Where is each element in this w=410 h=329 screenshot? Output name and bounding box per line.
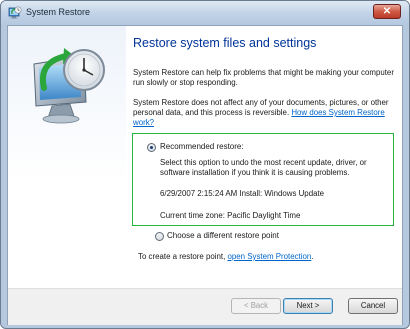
recommended-restore-box: Recommended restore: Select this option … — [132, 133, 394, 226]
different-restore-point-radio[interactable] — [155, 232, 164, 241]
close-icon: ✕ — [382, 6, 392, 17]
cancel-button[interactable]: Cancel — [348, 298, 398, 314]
system-restore-clock-monitor-icon — [33, 48, 105, 124]
create-restore-point-text: To create a restore point, open System P… — [138, 252, 313, 261]
create-restore-point-prefix: To create a restore point, — [138, 252, 228, 261]
restore-point-info: 6/29/2007 2:15:24 AM Install: Windows Up… — [160, 189, 325, 198]
system-restore-icon — [8, 6, 22, 19]
intro-paragraph: System Restore can help fix problems tha… — [133, 68, 394, 87]
page-title: Restore system files and settings — [133, 36, 317, 50]
open-system-protection-link[interactable]: open System Protection — [227, 252, 311, 261]
time-zone-info: Current time zone: Pacific Daylight Time — [160, 211, 301, 220]
window-title: System Restore — [26, 7, 91, 17]
create-restore-point-suffix: . — [311, 252, 314, 261]
title-bar[interactable]: System Restore ✕ — [1, 1, 409, 25]
recommended-restore-description: Select this option to undo the most rece… — [160, 158, 367, 177]
system-restore-window: System Restore ✕ Restore system files an… — [0, 0, 410, 329]
recommended-restore-radio[interactable] — [147, 143, 156, 152]
next-button[interactable]: Next > — [283, 298, 333, 314]
different-restore-point-label[interactable]: Choose a different restore point — [167, 231, 279, 240]
recommended-restore-label[interactable]: Recommended restore: — [160, 142, 244, 151]
close-button[interactable]: ✕ — [373, 4, 401, 19]
back-button[interactable]: < Back — [231, 298, 281, 314]
info-paragraph: System Restore does not affect any of yo… — [133, 98, 395, 128]
button-bar: < Back Next > Cancel — [8, 288, 402, 325]
dialog-client-area: Restore system files and settings System… — [7, 25, 403, 325]
side-panel — [8, 26, 126, 288]
